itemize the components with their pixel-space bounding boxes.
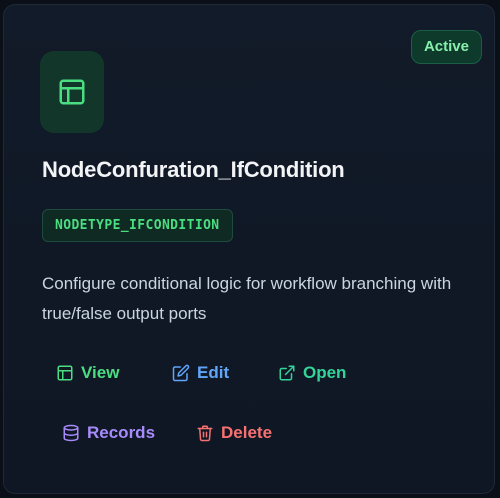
edit-button[interactable]: Edit xyxy=(172,363,229,383)
node-card: Active NodeConfuration_IfCondition NODET… xyxy=(3,4,495,494)
delete-button-label: Delete xyxy=(221,423,273,442)
node-icon-tile xyxy=(40,51,104,133)
status-badge: Active xyxy=(410,30,482,64)
open-button[interactable]: Open xyxy=(278,363,346,383)
layout-icon xyxy=(59,79,85,105)
node-type-code: NODETYPE_IFCONDITION xyxy=(42,209,233,242)
records-button[interactable]: Records xyxy=(62,423,155,443)
node-description: Configure conditional logic for workflow… xyxy=(42,274,452,323)
node-title: NodeConfuration_IfCondition xyxy=(42,157,345,182)
view-button[interactable]: View xyxy=(56,363,119,383)
trash-icon xyxy=(197,425,213,442)
edit-icon xyxy=(172,364,190,382)
delete-button[interactable]: Delete xyxy=(196,423,272,443)
database-icon xyxy=(63,424,79,442)
open-button-label: Open xyxy=(303,363,347,382)
actions-row-secondary: Records Delete xyxy=(4,423,494,453)
external-link-icon xyxy=(279,365,295,381)
edit-button-label: Edit xyxy=(197,363,230,382)
layout-icon xyxy=(57,365,73,381)
records-button-label: Records xyxy=(87,423,156,442)
view-button-label: View xyxy=(81,363,120,382)
actions-row-primary: View Edit Open xyxy=(4,363,494,393)
